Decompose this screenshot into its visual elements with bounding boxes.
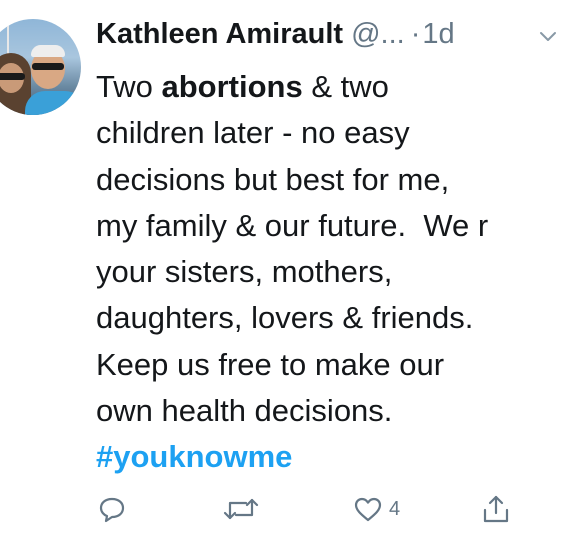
avatar-hair-right (31, 45, 65, 57)
tweet-timestamp[interactable]: 1d (422, 18, 454, 51)
avatar-sunglasses-left (0, 73, 25, 80)
reply-button[interactable] (97, 494, 127, 524)
separator-dot: · (410, 18, 421, 50)
hashtag-link[interactable]: #youknowme (96, 434, 561, 480)
author-handle[interactable]: @... (351, 18, 405, 51)
tweet-line: my family & our future. We r (96, 207, 489, 243)
tweet-text: Two abortions & two children later - no … (96, 64, 561, 481)
tweet-line: own health decisions. (96, 393, 393, 429)
tweet-line: daughters, lovers & friends. (96, 300, 474, 336)
tweet-line: decisions but best for me, (96, 161, 450, 197)
tweet-actions: 4 (0, 494, 569, 534)
author-name[interactable]: Kathleen Amirault (96, 18, 343, 51)
retweet-button[interactable] (222, 494, 260, 524)
like-count: 4 (389, 497, 401, 520)
tweet-line: Two abortions & two (96, 69, 389, 104)
reply-icon (99, 497, 125, 523)
avatar-sunglasses-right (32, 63, 64, 70)
tweet-header: Kathleen Amirault @... · 1d (96, 18, 455, 58)
tweet-line: children later - no easy (96, 115, 410, 151)
avatar[interactable] (0, 19, 81, 115)
heart-icon (354, 497, 382, 522)
share-icon (483, 495, 509, 523)
avatar-person-right (25, 91, 81, 115)
chevron-down-icon[interactable] (539, 30, 557, 44)
retweet-icon (223, 498, 259, 520)
tweet-line: your sisters, mothers, (96, 254, 393, 290)
tweet-line: Keep us free to make our (96, 346, 445, 382)
like-button[interactable]: 4 (353, 494, 400, 524)
share-button[interactable] (482, 494, 510, 524)
